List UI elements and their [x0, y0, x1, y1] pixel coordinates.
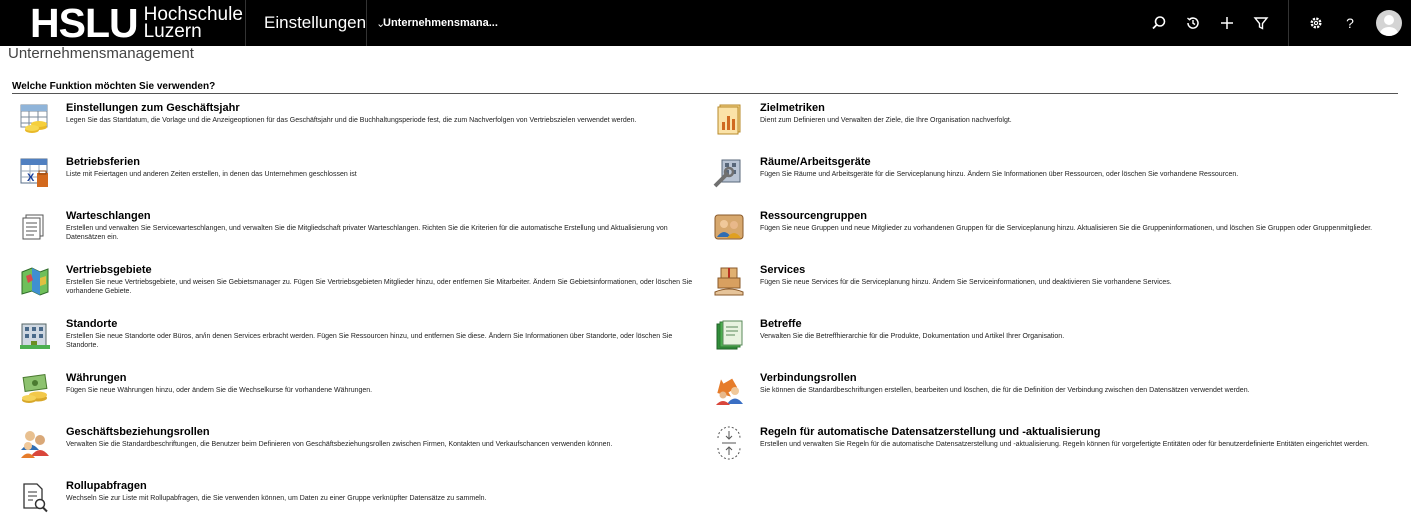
item-description: Fügen Sie Räume und Arbeitsgeräte für di…: [760, 171, 1239, 178]
list-item-relationship-roles[interactable]: Geschäftsbeziehungsrollen Verwalten Sie …: [18, 425, 698, 479]
logo-line-2: Luzern: [143, 21, 202, 42]
search-icon[interactable]: [1142, 0, 1176, 46]
list-item-sites[interactable]: Standorte Erstellen Sie neue Standorte o…: [18, 317, 698, 371]
services-icon: [712, 264, 746, 298]
list-item-business-closures[interactable]: X Betriebsferien Liste mit Feiertagen un…: [18, 155, 698, 209]
item-title: Betreffe: [760, 318, 802, 330]
list-item-currencies[interactable]: Währungen Fügen Sie neue Währungen hinzu…: [18, 371, 698, 425]
item-title: Services: [760, 264, 806, 276]
subjects-icon: [712, 318, 746, 352]
avatar: [1376, 10, 1402, 36]
connection-roles-icon: [712, 372, 746, 406]
facilities-equipment-icon: [712, 156, 746, 190]
list-item-record-creation-rules[interactable]: Regeln für automatische Datensatzerstell…: [712, 425, 1392, 479]
item-title: Betriebsferien: [66, 156, 140, 168]
hslu-logo[interactable]: HSLU Hochschule Luzern: [0, 0, 246, 46]
queue-icon: [18, 210, 52, 244]
item-title: Verbindungsrollen: [760, 372, 857, 384]
item-title: Zielmetriken: [760, 102, 825, 114]
item-title: Währungen: [66, 372, 127, 384]
help-icon[interactable]: ?: [1333, 0, 1367, 46]
item-description: Verwalten Sie die Standardbeschriftungen…: [66, 441, 613, 448]
goal-metrics-icon: [712, 102, 746, 136]
item-description: Wechseln Sie zur Liste mit Rollupabfrage…: [66, 495, 487, 502]
item-description: Legen Sie das Startdatum, die Vorlage un…: [66, 117, 637, 124]
breadcrumb-entity[interactable]: Unternehmensmana...: [367, 17, 498, 29]
item-title: Vertriebsgebiete: [66, 264, 152, 276]
list-item-services[interactable]: Services Fügen Sie neue Services für die…: [712, 263, 1392, 317]
item-description: Erstellen und verwalten Sie Servicewarte…: [66, 225, 668, 241]
site-building-icon: [18, 318, 52, 352]
resource-groups-icon: [712, 210, 746, 244]
list-item-fiscal-year[interactable]: Einstellungen zum Geschäftsjahr Legen Si…: [18, 101, 698, 155]
item-title: Rollupabfragen: [66, 480, 147, 492]
item-description: Sie können die Standardbeschriftungen er…: [760, 387, 1250, 394]
add-icon[interactable]: [1210, 0, 1244, 46]
section-heading: Welche Funktion möchten Sie verwenden?: [12, 82, 1398, 94]
logo-mark: HSLU: [30, 0, 139, 46]
history-icon[interactable]: [1176, 0, 1210, 46]
list-item-facilities-equipment[interactable]: Räume/Arbeitsgeräte Fügen Sie Räume und …: [712, 155, 1392, 209]
item-description: Fügen Sie neue Währungen hinzu, oder änd…: [66, 387, 373, 394]
page-title: Unternehmensmanagement: [8, 45, 194, 62]
settings-list-right: Zielmetriken Dient zum Definieren und Ve…: [712, 101, 1392, 479]
item-description: Liste mit Feiertagen und anderen Zeiten …: [66, 171, 357, 178]
filter-icon[interactable]: [1244, 0, 1278, 46]
holiday-calendar-icon: X: [18, 156, 52, 190]
svg-text:?: ?: [1346, 15, 1354, 31]
user-avatar-button[interactable]: [1367, 0, 1411, 46]
svg-text:X: X: [27, 172, 35, 184]
item-title: Einstellungen zum Geschäftsjahr: [66, 102, 240, 114]
item-description: Verwalten Sie die Betreffhierarchie für …: [760, 333, 1065, 340]
item-description: Erstellen Sie neue Vertriebsgebiete, und…: [66, 279, 693, 295]
list-item-goal-metrics[interactable]: Zielmetriken Dient zum Definieren und Ve…: [712, 101, 1392, 155]
list-item-rollup-queries[interactable]: Rollupabfragen Wechseln Sie zur Liste mi…: [18, 479, 698, 514]
list-item-connection-roles[interactable]: Verbindungsrollen Sie können die Standar…: [712, 371, 1392, 425]
item-description: Erstellen und verwalten Sie Regeln für d…: [760, 441, 1369, 448]
settings-nav-menu[interactable]: Einstellungen ⌄: [246, 0, 385, 46]
item-description: Erstellen Sie neue Standorte oder Büros,…: [66, 333, 673, 349]
settings-nav-label: Einstellungen: [264, 13, 367, 32]
list-item-resource-groups[interactable]: Ressourcengruppen Fügen Sie neue Gruppen…: [712, 209, 1392, 263]
item-title: Räume/Arbeitsgeräte: [760, 156, 871, 168]
currency-icon: [18, 372, 52, 406]
territory-map-icon: [18, 264, 52, 298]
item-title: Warteschlangen: [66, 210, 151, 222]
item-title: Ressourcengruppen: [760, 210, 867, 222]
list-item-queues[interactable]: Warteschlangen Erstellen und verwalten S…: [18, 209, 698, 263]
list-item-subjects[interactable]: Betreffe Verwalten Sie die Betreffhierar…: [712, 317, 1392, 371]
settings-list-left: Einstellungen zum Geschäftsjahr Legen Si…: [18, 101, 698, 514]
rollup-query-icon: [18, 480, 52, 514]
record-rules-icon: [712, 426, 746, 460]
item-description: Fügen Sie neue Gruppen und neue Mitglied…: [760, 225, 1373, 232]
toolbar-divider: [1288, 0, 1289, 46]
item-title: Standorte: [66, 318, 118, 330]
item-title: Regeln für automatische Datensatzerstell…: [760, 426, 1101, 438]
logo-text: Hochschule Luzern: [143, 5, 243, 42]
item-description: Fügen Sie neue Services für die Servicep…: [760, 279, 1172, 286]
relationship-roles-icon: [18, 426, 52, 460]
item-description: Dient zum Definieren und Verwalten der Z…: [760, 117, 1012, 124]
top-navigation-bar: HSLU Hochschule Luzern Einstellungen ⌄ U…: [0, 0, 1411, 46]
gear-icon[interactable]: [1299, 0, 1333, 46]
fiscal-year-icon: [18, 102, 52, 136]
toolbar-icons: ?: [1142, 0, 1411, 46]
list-item-sales-territories[interactable]: Vertriebsgebiete Erstellen Sie neue Vert…: [18, 263, 698, 317]
item-title: Geschäftsbeziehungsrollen: [66, 426, 210, 438]
